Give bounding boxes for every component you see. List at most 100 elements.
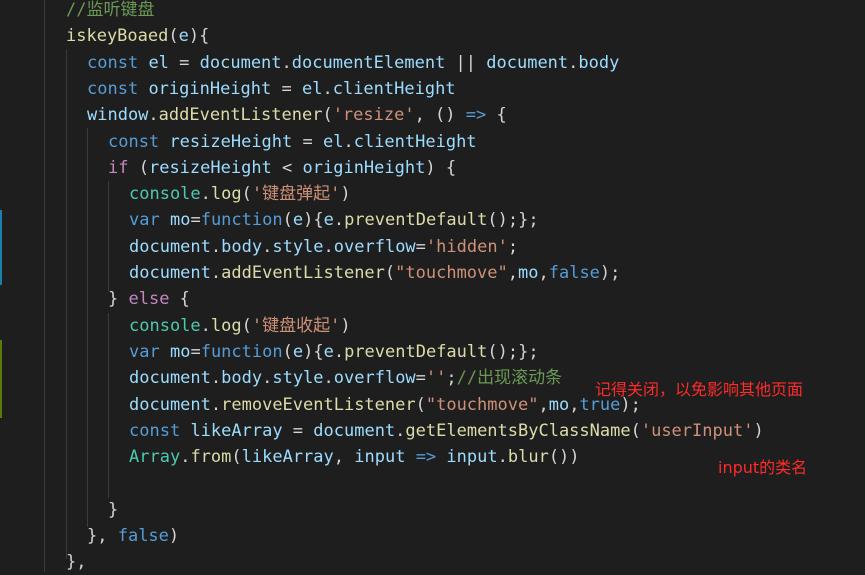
code-token: style xyxy=(272,368,324,389)
code-line[interactable]: if (resizeHeight < originHeight) { xyxy=(108,155,456,181)
code-token: = xyxy=(282,420,314,441)
code-token: window xyxy=(87,105,149,126)
code-token: mo xyxy=(169,341,191,362)
indent-guide xyxy=(44,0,45,572)
code-line[interactable]: var mo=function(e){e.preventDefault();}; xyxy=(129,339,539,365)
code-token: ( xyxy=(282,210,293,231)
code-token: body xyxy=(578,52,620,73)
code-line[interactable]: const originHeight = el.clientHeight xyxy=(87,76,456,102)
code-token: document xyxy=(129,236,211,257)
code-token: console xyxy=(129,184,201,205)
code-token: var xyxy=(129,210,160,231)
code-token: e xyxy=(323,210,334,231)
code-token: || xyxy=(445,52,487,73)
code-line[interactable]: var mo=function(e){e.preventDefault();}; xyxy=(129,207,539,233)
code-token: body xyxy=(221,236,263,257)
code-editor[interactable]: //监听键盘 iskeyBoaed(e){const el = document.… xyxy=(0,0,865,572)
code-token: , xyxy=(538,394,549,415)
code-line[interactable]: } else { xyxy=(108,286,190,312)
code-token: log xyxy=(210,315,242,336)
code-line[interactable]: const likeArray = document.getElementsBy… xyxy=(129,418,764,444)
code-token: } xyxy=(108,289,129,310)
code-token: likeArray xyxy=(190,420,283,441)
code-token: ) xyxy=(340,184,351,205)
code-token: console xyxy=(129,315,201,336)
code-token: . xyxy=(262,368,273,389)
code-token: "touchmove" xyxy=(425,394,539,415)
code-token: input xyxy=(354,447,406,468)
code-line[interactable]: } xyxy=(108,497,118,523)
code-token: , xyxy=(507,263,518,283)
code-line[interactable]: window.addEventListener('resize', () => … xyxy=(87,102,507,128)
code-token: . xyxy=(497,447,508,468)
code-token: log xyxy=(210,184,242,205)
code-token: , () xyxy=(414,105,466,126)
code-line[interactable]: console.log('键盘收起') xyxy=(129,313,351,339)
code-token: . xyxy=(210,236,222,257)
code-token: e xyxy=(323,341,334,362)
code-line[interactable]: document.addEventListener("touchmove",mo… xyxy=(129,260,620,286)
code-token: document xyxy=(313,420,396,441)
code-token: const xyxy=(129,420,181,441)
code-line[interactable]: //监听键盘 xyxy=(66,0,154,23)
code-token: body xyxy=(221,368,263,389)
code-token: . xyxy=(323,236,334,257)
code-line[interactable]: Array.from(likeArray, input => input.blu… xyxy=(129,444,580,470)
code-line[interactable]: document.removeEventListener("touchmove"… xyxy=(129,392,641,418)
code-token: ( xyxy=(241,315,252,336)
code-token: document xyxy=(129,263,211,283)
code-token: style xyxy=(272,236,324,257)
code-token: removeEventListener xyxy=(221,394,416,415)
code-token: addEventListener xyxy=(158,105,323,126)
code-token: . xyxy=(200,184,211,205)
code-token: < xyxy=(271,157,303,178)
code-token: = xyxy=(415,236,426,257)
code-token: => xyxy=(415,447,437,468)
code-token: 'resize' xyxy=(332,105,415,126)
code-token: ( xyxy=(630,420,641,441)
code-token: . xyxy=(281,52,292,73)
code-token: el xyxy=(322,131,344,152)
code-line[interactable]: document.body.style.overflow='';//出现滚动条 xyxy=(129,365,562,391)
code-token: const xyxy=(87,78,139,99)
code-line[interactable]: console.log('键盘弹起') xyxy=(129,181,351,207)
code-token: = xyxy=(271,78,302,99)
code-token: ; xyxy=(446,368,457,389)
indent-guide xyxy=(87,128,88,527)
code-token: el xyxy=(148,52,169,73)
code-token: = xyxy=(190,341,201,362)
indent-guide xyxy=(66,49,67,559)
code-token: = xyxy=(415,368,426,389)
code-token: const xyxy=(108,131,160,152)
code-token: document xyxy=(129,368,211,389)
code-token: . xyxy=(200,315,211,336)
code-token: if xyxy=(108,157,129,178)
code-token: ); xyxy=(599,263,621,283)
code-token: ){ xyxy=(303,210,324,231)
code-token: ) xyxy=(753,420,764,441)
code-line[interactable]: const resizeHeight = el.clientHeight xyxy=(108,129,477,155)
code-token: iskeyBoaed xyxy=(66,26,169,47)
code-token: . xyxy=(210,394,222,415)
code-token: resizeHeight xyxy=(169,131,293,152)
code-token: '键盘收起' xyxy=(251,315,341,336)
code-token: overflow xyxy=(333,368,416,389)
code-token: ( xyxy=(128,157,149,178)
code-token: = xyxy=(168,52,200,73)
code-line[interactable]: }, false) xyxy=(87,523,179,549)
code-line[interactable]: const el = document.documentElement || d… xyxy=(87,50,619,76)
code-line[interactable]: document.body.style.overflow='hidden'; xyxy=(129,234,518,260)
code-token: ( xyxy=(282,341,293,362)
code-token: . xyxy=(262,236,273,257)
code-token: //监听键盘 xyxy=(66,0,155,20)
code-token: . xyxy=(148,105,159,126)
code-token: . xyxy=(323,368,334,389)
code-token: , xyxy=(538,263,549,283)
code-line[interactable]: }, xyxy=(66,549,86,575)
code-line[interactable]: iskeyBoaed(e){ xyxy=(66,23,209,49)
code-token: ){ xyxy=(188,26,210,47)
code-token: . xyxy=(210,368,222,389)
